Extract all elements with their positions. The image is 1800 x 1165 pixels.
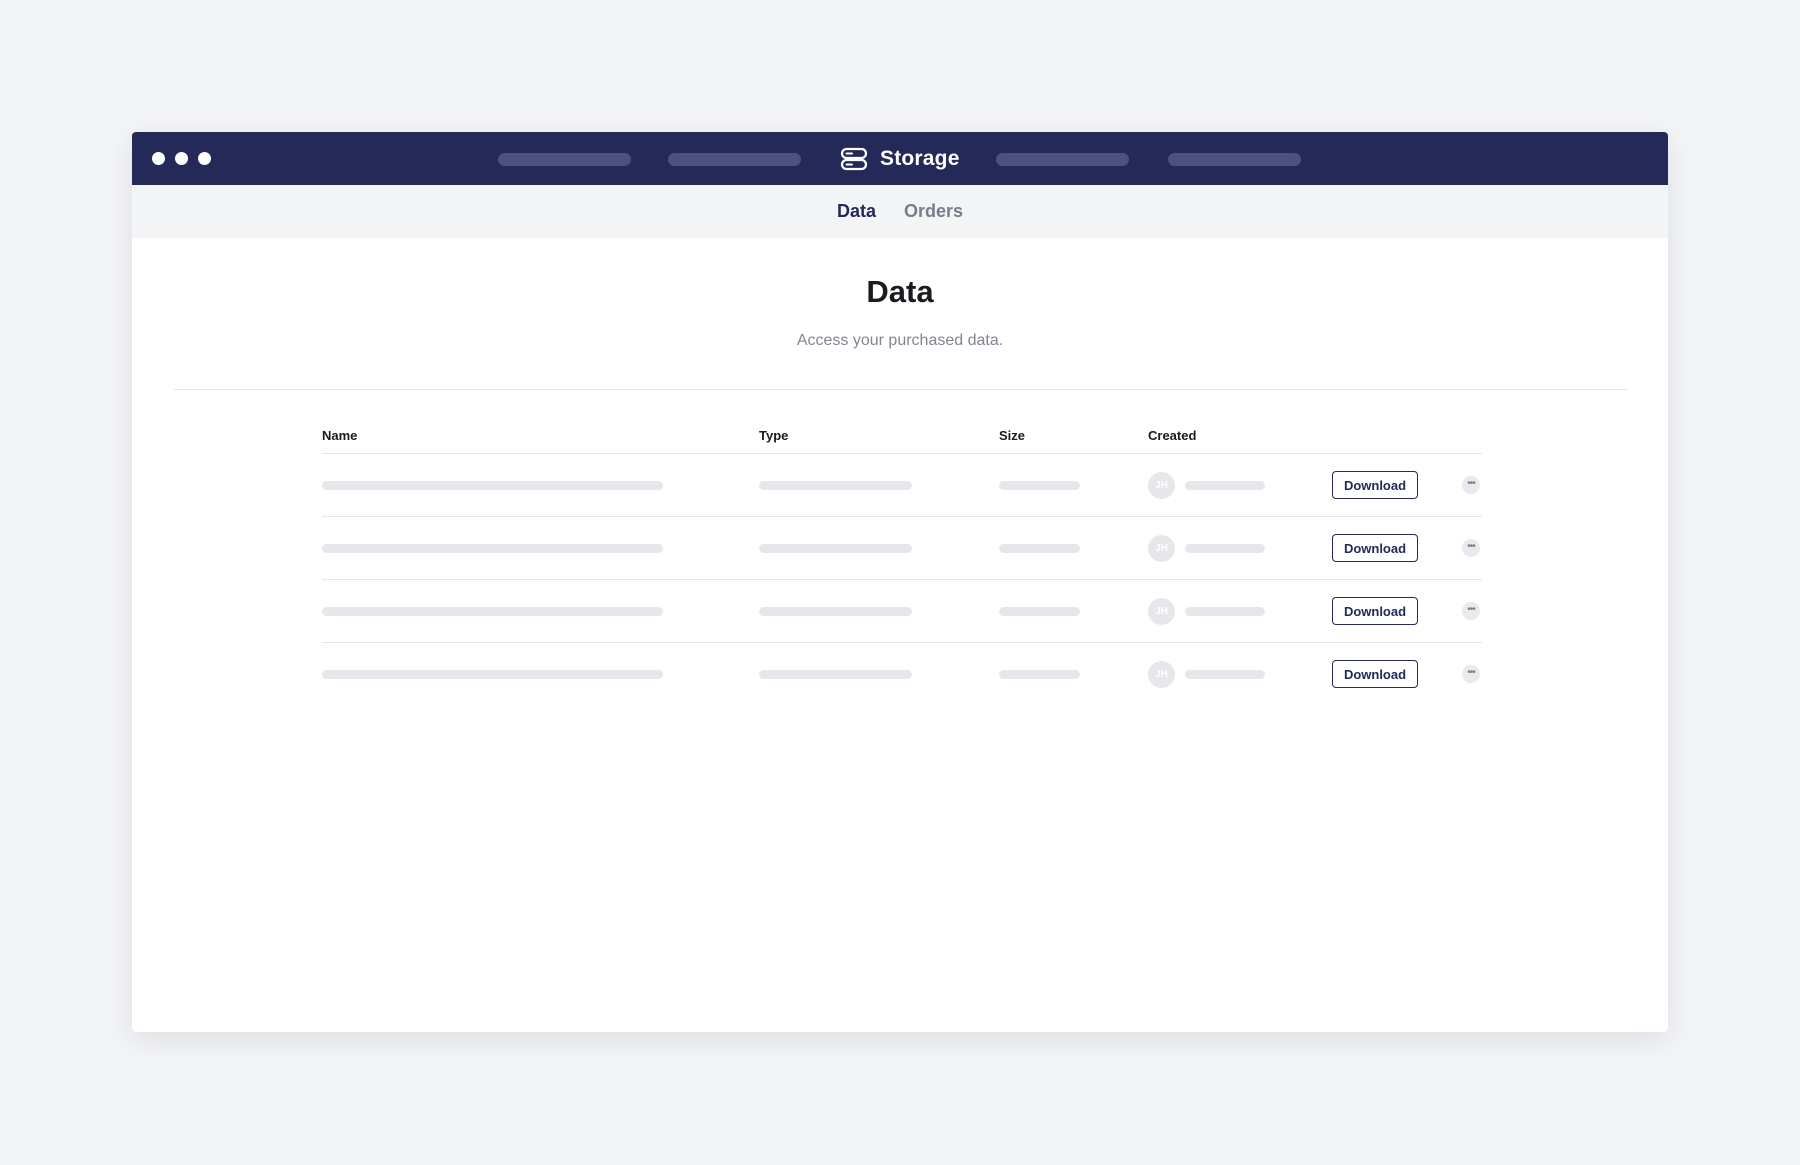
download-button[interactable]: Download bbox=[1332, 597, 1418, 625]
table-row[interactable]: JH Download ••• bbox=[322, 580, 1482, 643]
download-button[interactable]: Download bbox=[1332, 660, 1418, 688]
column-header-name[interactable]: Name bbox=[322, 428, 357, 443]
ellipsis-icon[interactable]: ••• bbox=[1462, 665, 1480, 683]
type-placeholder bbox=[759, 481, 912, 490]
table-header: Name Type Size Created bbox=[322, 428, 1482, 454]
name-placeholder bbox=[322, 544, 663, 553]
nav-placeholder-3[interactable] bbox=[996, 153, 1129, 166]
app-window: Storage Data Orders Data Access your pur… bbox=[132, 132, 1668, 1032]
title-bar: Storage bbox=[132, 132, 1668, 185]
size-placeholder bbox=[999, 481, 1080, 490]
name-placeholder bbox=[322, 607, 663, 616]
ellipsis-icon[interactable]: ••• bbox=[1462, 602, 1480, 620]
column-header-created[interactable]: Created bbox=[1148, 428, 1196, 443]
window-dot-3[interactable] bbox=[198, 152, 211, 165]
page-subtitle: Access your purchased data. bbox=[796, 332, 1004, 349]
download-button[interactable]: Download bbox=[1332, 471, 1418, 499]
size-placeholder bbox=[999, 607, 1080, 616]
storage-icon bbox=[840, 147, 868, 171]
name-placeholder bbox=[322, 481, 663, 490]
created-placeholder bbox=[1185, 544, 1265, 553]
table-row[interactable]: JH Download ••• bbox=[322, 454, 1482, 517]
type-placeholder bbox=[759, 670, 912, 679]
ellipsis-icon[interactable]: ••• bbox=[1462, 539, 1480, 557]
table-row[interactable]: JH Download ••• bbox=[322, 643, 1482, 706]
ellipsis-icon[interactable]: ••• bbox=[1462, 476, 1480, 494]
avatar: JH bbox=[1148, 472, 1175, 499]
created-placeholder bbox=[1185, 607, 1265, 616]
window-dot-2[interactable] bbox=[175, 152, 188, 165]
name-placeholder bbox=[322, 670, 663, 679]
tab-data[interactable]: Data bbox=[837, 201, 876, 222]
nav-placeholder-2[interactable] bbox=[668, 153, 801, 166]
created-placeholder bbox=[1185, 481, 1265, 490]
type-placeholder bbox=[759, 544, 912, 553]
app-brand: Storage bbox=[840, 144, 960, 174]
size-placeholder bbox=[999, 670, 1080, 679]
download-button[interactable]: Download bbox=[1332, 534, 1418, 562]
nav-placeholder-4[interactable] bbox=[1168, 153, 1301, 166]
divider bbox=[174, 389, 1628, 390]
tab-orders[interactable]: Orders bbox=[904, 201, 963, 222]
page-title: Data bbox=[866, 274, 934, 309]
window-controls bbox=[152, 152, 211, 165]
size-placeholder bbox=[999, 544, 1080, 553]
avatar: JH bbox=[1148, 535, 1175, 562]
column-header-size[interactable]: Size bbox=[999, 428, 1025, 443]
data-table: Name Type Size Created JH Download ••• J… bbox=[322, 428, 1482, 706]
app-title: Storage bbox=[880, 147, 960, 170]
type-placeholder bbox=[759, 607, 912, 616]
avatar: JH bbox=[1148, 661, 1175, 688]
table-row[interactable]: JH Download ••• bbox=[322, 517, 1482, 580]
window-dot-1[interactable] bbox=[152, 152, 165, 165]
avatar: JH bbox=[1148, 598, 1175, 625]
nav-placeholder-1[interactable] bbox=[498, 153, 631, 166]
column-header-type[interactable]: Type bbox=[759, 428, 788, 443]
sub-navigation: Data Orders bbox=[132, 185, 1668, 238]
created-placeholder bbox=[1185, 670, 1265, 679]
